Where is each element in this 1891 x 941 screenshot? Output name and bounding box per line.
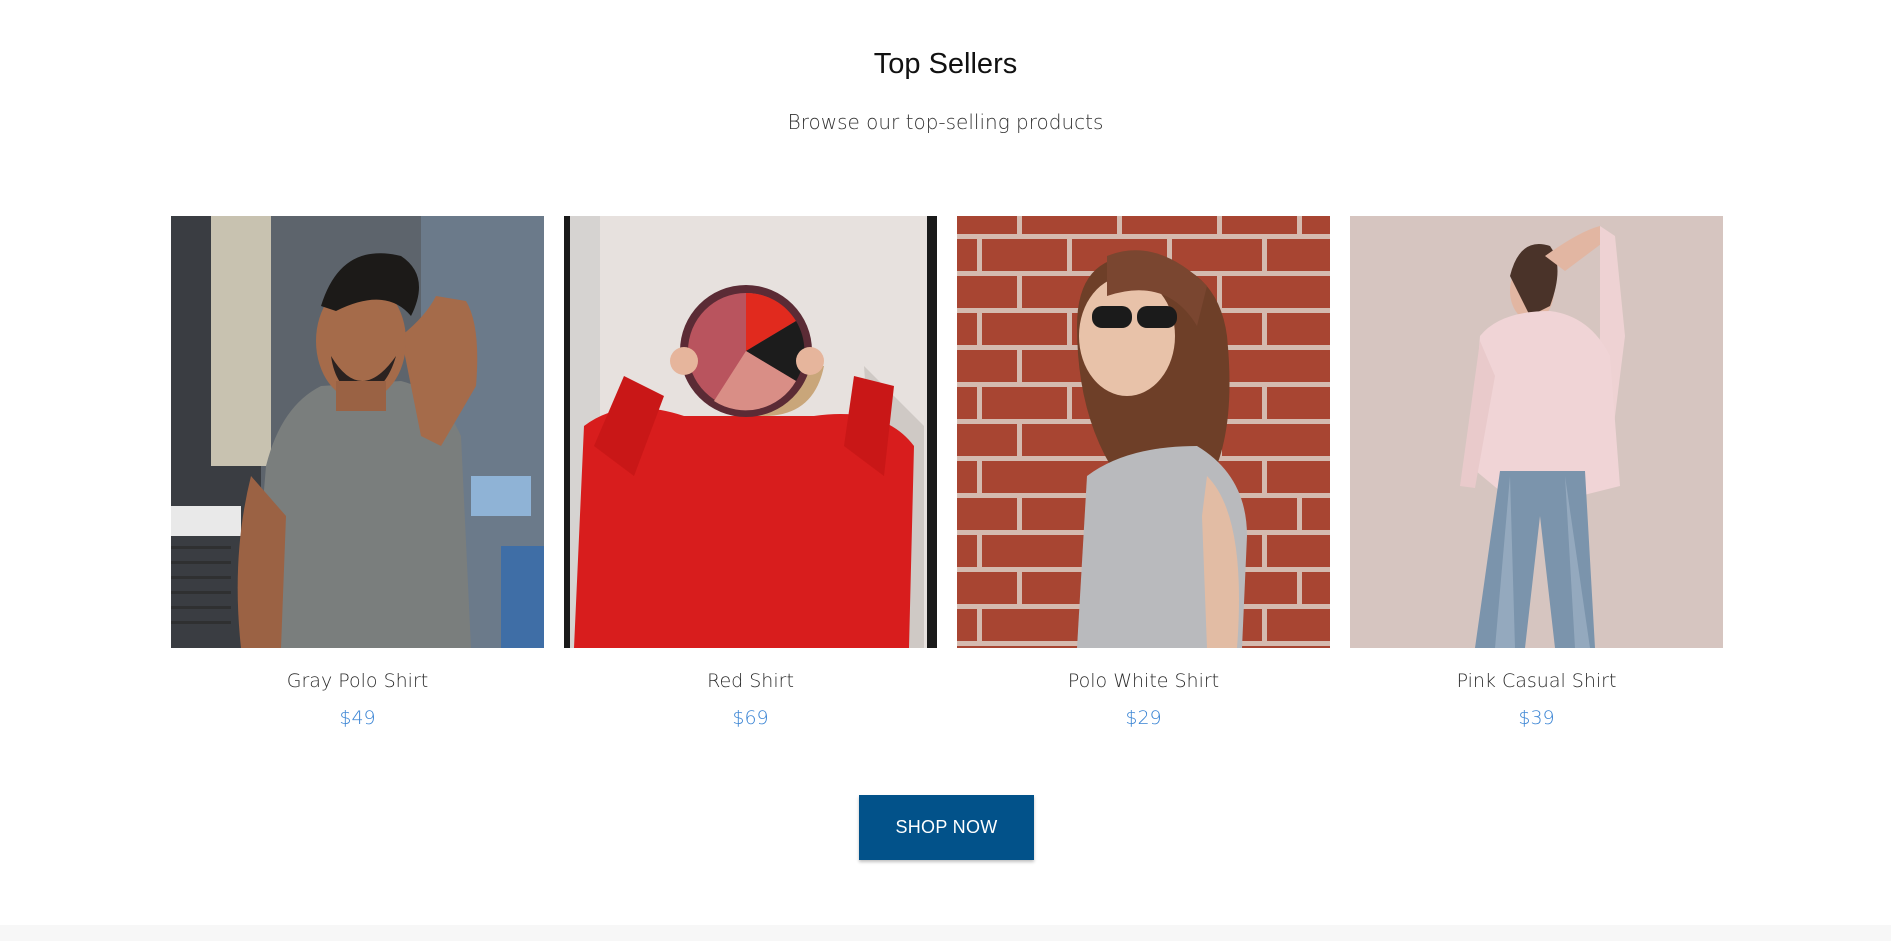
product-image[interactable] — [171, 216, 544, 648]
product-price: $69 — [732, 707, 769, 729]
product-price: $39 — [1518, 707, 1555, 729]
product-name[interactable]: Polo White Shirt — [957, 670, 1330, 692]
section-title: Top Sellers — [873, 48, 1018, 80]
product-image[interactable] — [1350, 216, 1723, 648]
product-card[interactable]: Red Shirt $69 — [564, 216, 937, 729]
footer-divider — [0, 925, 1891, 941]
product-name[interactable]: Red Shirt — [564, 670, 937, 692]
product-card[interactable]: Pink Casual Shirt $39 — [1350, 216, 1723, 729]
shop-now-button[interactable]: SHOP NOW — [859, 795, 1034, 860]
section-subtitle: Browse our top-selling products — [787, 110, 1104, 134]
product-card[interactable]: Gray Polo Shirt $49 — [171, 216, 544, 729]
product-card[interactable]: Polo White Shirt $29 — [957, 216, 1330, 729]
product-image[interactable] — [564, 216, 937, 648]
top-sellers-page: Top Sellers Browse our top-selling produ… — [0, 0, 1891, 941]
product-image[interactable] — [957, 216, 1330, 648]
product-name[interactable]: Pink Casual Shirt — [1350, 670, 1723, 692]
product-price: $49 — [339, 707, 376, 729]
product-name[interactable]: Gray Polo Shirt — [171, 670, 544, 692]
product-grid: Gray Polo Shirt $49 Red Shirt $69 Polo W… — [171, 216, 1723, 736]
product-price: $29 — [1125, 707, 1162, 729]
